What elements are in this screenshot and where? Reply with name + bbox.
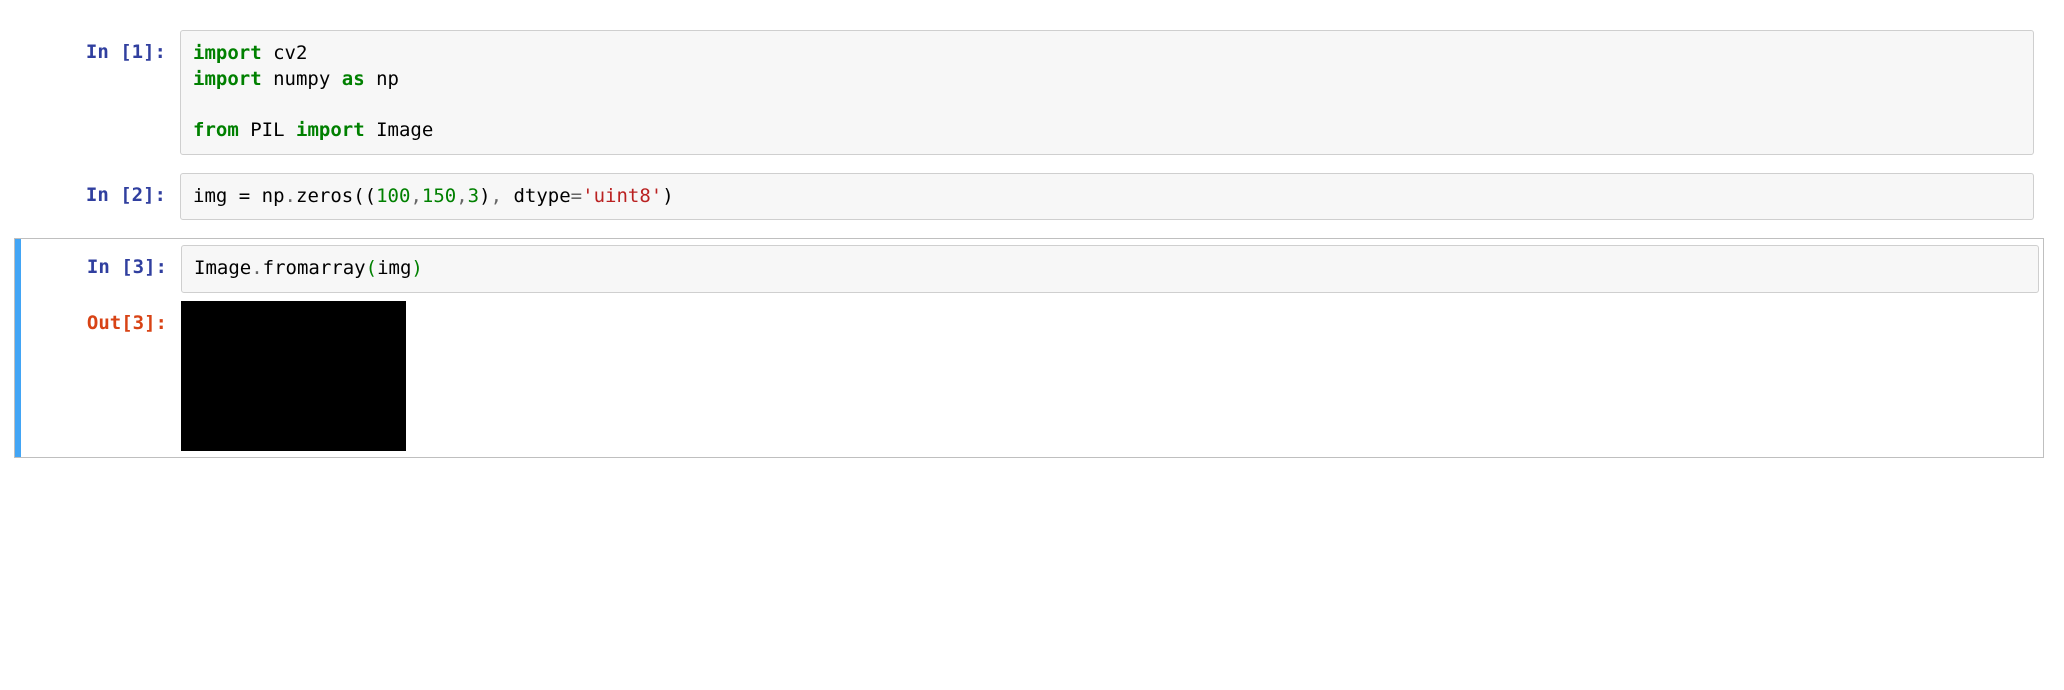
function-name: zeros [296,185,353,207]
argument-name: img [377,257,411,279]
operator-assign: = [571,185,582,207]
keyword-import: import [193,42,262,64]
paren-open: ( [365,185,376,207]
keyword-as: as [342,68,365,90]
code-cell[interactable]: In [1]: import cv2 import numpy as np fr… [20,30,2044,155]
object-name: np [262,185,285,207]
keyword-from: from [193,119,239,141]
number-literal: 150 [422,185,456,207]
output-area [181,301,2049,451]
class-name: Image [376,119,433,141]
kwarg-name: dtype [513,185,570,207]
paren-open: ( [366,257,377,279]
code-input[interactable]: Image.fromarray(img) [181,245,2039,293]
keyword-import: import [193,68,262,90]
operator-dot: . [285,185,296,207]
number-literal: 100 [376,185,410,207]
paren-close: ) [662,185,673,207]
code-input[interactable]: import cv2 import numpy as np from PIL i… [180,30,2034,155]
paren-close: ) [479,185,490,207]
paren-close: ) [411,257,422,279]
output-prompt: Out[3]: [21,301,181,337]
code-cell[interactable]: In [2]: img = np.zeros((100,150,3), dtyp… [20,173,2044,221]
notebook: In [1]: import cv2 import numpy as np fr… [0,0,2064,506]
paren-open: ( [353,185,364,207]
alias-name: np [376,68,399,90]
output-image [181,301,406,451]
input-prompt: In [3]: [21,245,181,281]
function-name: fromarray [263,257,366,279]
module-name: PIL [250,119,284,141]
keyword-import: import [296,119,365,141]
code-input[interactable]: img = np.zeros((100,150,3), dtype='uint8… [180,173,2034,221]
variable-name: img [193,185,227,207]
string-literal: 'uint8' [582,185,662,207]
code-cell-selected[interactable]: In [3]: Image.fromarray(img) Out[3]: [14,238,2044,458]
input-prompt: In [1]: [20,30,180,66]
object-name: Image [194,257,251,279]
comma: , [410,185,421,207]
operator-assign: = [227,185,261,207]
number-literal: 3 [468,185,479,207]
module-name: numpy [273,68,330,90]
module-name: cv2 [273,42,307,64]
comma: , [491,185,514,207]
operator-dot: . [251,257,262,279]
input-prompt: In [2]: [20,173,180,209]
comma: , [456,185,467,207]
